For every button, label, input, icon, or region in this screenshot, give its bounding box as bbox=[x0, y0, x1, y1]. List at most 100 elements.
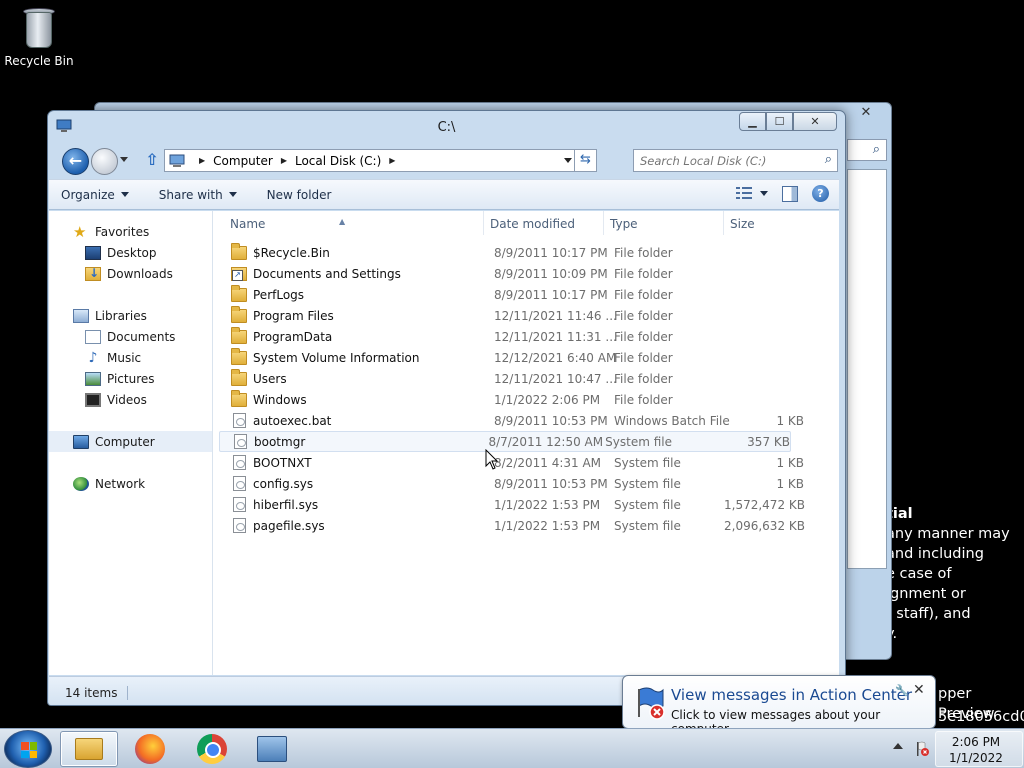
recent-pages-dropdown-icon[interactable] bbox=[120, 157, 128, 162]
file-date-modified: 12/12/2021 6:40 AM bbox=[494, 350, 617, 365]
file-row[interactable]: Program Files 12/11/2021 11:46 ... File fo… bbox=[219, 305, 839, 326]
action-center-tray-icon[interactable] bbox=[916, 741, 930, 757]
column-header-size[interactable]: Size bbox=[724, 211, 804, 235]
title-bar[interactable]: C:\ ▁ ☐ ✕ bbox=[48, 111, 845, 143]
item-count: 14 items bbox=[65, 686, 129, 700]
file-row[interactable]: Windows 1/1/2022 2:06 PM File folder bbox=[219, 389, 839, 410]
breadcrumb-computer[interactable]: Computer bbox=[213, 154, 273, 168]
nav-item-videos[interactable]: Videos bbox=[49, 389, 212, 410]
file-row[interactable]: Users 12/11/2021 10:47 ... File folder bbox=[219, 368, 839, 389]
file-name: pagefile.sys bbox=[253, 518, 325, 533]
close-button[interactable]: ✕ bbox=[793, 112, 837, 131]
address-dropdown-icon[interactable] bbox=[564, 158, 572, 163]
search-input[interactable] bbox=[634, 150, 814, 171]
breadcrumb-separator-icon[interactable]: ▶ bbox=[389, 156, 395, 165]
file-row[interactable]: hiberfil.sys 1/1/2022 1:53 PM System file 1… bbox=[219, 494, 839, 515]
action-center-notification[interactable]: View messages in Action Center Click to … bbox=[622, 675, 936, 742]
close-icon[interactable]: ✕ bbox=[913, 682, 925, 698]
taskbar-firefox[interactable] bbox=[121, 731, 179, 767]
explorer-window[interactable]: C:\ ▁ ☐ ✕ ← ⇧ ▶ Computer ▶ Local Disk (C… bbox=[47, 110, 846, 706]
content-area: ★ Favorites Desktop Downloads Libraries … bbox=[49, 211, 839, 675]
help-icon[interactable]: ? bbox=[812, 185, 829, 202]
music-icon: ♪ bbox=[88, 349, 98, 366]
start-button[interactable] bbox=[4, 730, 52, 768]
recycle-bin-icon bbox=[22, 6, 56, 50]
file-row[interactable]: BOOTNXT 8/2/2011 4:31 AM System file 1 KB bbox=[219, 452, 839, 473]
column-header-date[interactable]: Date modified bbox=[484, 211, 604, 235]
show-hidden-icons-icon[interactable] bbox=[893, 743, 903, 749]
nav-item-label: Pictures bbox=[107, 371, 155, 386]
taskbar-chrome[interactable] bbox=[183, 731, 241, 767]
preview-pane-icon[interactable] bbox=[782, 185, 798, 202]
file-type: File folder bbox=[614, 329, 673, 344]
file-name: autoexec.bat bbox=[253, 413, 332, 428]
background-text-line: and including bbox=[886, 546, 984, 562]
organize-button[interactable]: Organize bbox=[61, 188, 129, 202]
breadcrumb-local-disk[interactable]: Local Disk (C:) bbox=[295, 154, 381, 168]
file-type: Windows Batch File bbox=[614, 413, 730, 428]
file-row[interactable]: System Volume Information 12/12/2021 6:40… bbox=[219, 347, 839, 368]
system-clock[interactable]: 2:06 PM 1/1/2022 bbox=[936, 734, 1016, 766]
refresh-icon[interactable]: ⇆ bbox=[574, 149, 596, 172]
view-options-dropdown-icon[interactable] bbox=[760, 191, 768, 196]
file-size: 1,572,472 KB bbox=[724, 497, 805, 512]
file-type: File folder bbox=[614, 392, 673, 407]
recycle-bin-desktop-icon[interactable]: Recycle Bin bbox=[4, 6, 74, 68]
file-row[interactable]: pagefile.sys 1/1/2022 1:53 PM System file 2… bbox=[219, 515, 839, 536]
breadcrumb-separator-icon[interactable]: ▶ bbox=[281, 156, 287, 165]
taskbar-explorer[interactable] bbox=[60, 731, 118, 767]
close-icon[interactable]: ✕ bbox=[847, 105, 885, 123]
column-header-type[interactable]: Type bbox=[604, 211, 724, 235]
background-search-box[interactable]: ⌕ bbox=[847, 139, 887, 161]
file-row[interactable]: PerfLogs 8/9/2011 10:17 PM File folder bbox=[219, 284, 839, 305]
videos-icon bbox=[85, 392, 101, 407]
new-folder-label: New folder bbox=[266, 187, 332, 202]
file-date-modified: 8/9/2011 10:53 PM bbox=[494, 413, 608, 428]
new-folder-button[interactable]: New folder bbox=[267, 188, 332, 202]
nav-item-libraries[interactable]: Libraries bbox=[49, 305, 212, 326]
column-header-name[interactable]: ▲ Name bbox=[219, 211, 484, 235]
file-type: File folder bbox=[614, 287, 673, 302]
wrench-icon[interactable]: 🔧 bbox=[895, 684, 909, 697]
file-row[interactable]: $Recycle.Bin 8/9/2011 10:17 PM File folder bbox=[219, 242, 839, 263]
nav-item-label: Network bbox=[95, 476, 146, 491]
background-text-line: t staff), and bbox=[886, 606, 971, 622]
share-with-button[interactable]: Share with bbox=[159, 188, 237, 202]
file-icon bbox=[233, 518, 246, 533]
taskbar: 2:06 PM 1/1/2022 bbox=[0, 728, 1024, 768]
maximize-button[interactable]: ☐ bbox=[766, 112, 793, 131]
nav-item-network[interactable]: Network bbox=[49, 473, 212, 494]
nav-item-computer[interactable]: Computer bbox=[49, 431, 212, 452]
up-arrow-icon[interactable]: ⇧ bbox=[144, 152, 160, 170]
nav-item-pictures[interactable]: Pictures bbox=[49, 368, 212, 389]
file-row[interactable]: config.sys 8/9/2011 10:53 PM System file 1 … bbox=[219, 473, 839, 494]
search-icon[interactable]: ⌕ bbox=[825, 152, 832, 167]
folder-icon bbox=[231, 305, 247, 323]
file-name: BOOTNXT bbox=[253, 455, 312, 470]
minimize-button[interactable]: ▁ bbox=[739, 112, 766, 131]
windows-logo-icon bbox=[21, 742, 37, 758]
file-row[interactable]: bootmgr 8/7/2011 12:50 AM System file 357 K… bbox=[219, 431, 791, 452]
downloads-icon bbox=[85, 266, 101, 281]
firefox-icon bbox=[135, 734, 165, 764]
nav-item-downloads[interactable]: Downloads bbox=[49, 263, 212, 284]
taskbar-control-panel[interactable] bbox=[243, 731, 301, 767]
nav-item-favorites[interactable]: ★ Favorites bbox=[49, 221, 212, 242]
file-icon bbox=[233, 476, 246, 491]
forward-button[interactable] bbox=[91, 148, 118, 175]
chevron-down-icon bbox=[228, 192, 237, 197]
notification-title[interactable]: View messages in Action Center bbox=[671, 686, 912, 704]
search-box[interactable]: ⌕ bbox=[633, 149, 838, 172]
nav-item-music[interactable]: ♪ Music bbox=[49, 347, 212, 368]
nav-item-label: Favorites bbox=[95, 224, 150, 239]
change-view-icon[interactable] bbox=[736, 186, 752, 201]
file-row[interactable]: Documents and Settings 8/9/2011 10:09 PM F… bbox=[219, 263, 839, 284]
file-row[interactable]: ProgramData 12/11/2021 11:31 ... File fold… bbox=[219, 326, 839, 347]
breadcrumb-separator-icon[interactable]: ▶ bbox=[199, 156, 205, 165]
nav-item-desktop[interactable]: Desktop bbox=[49, 242, 212, 263]
address-bar[interactable]: ▶ Computer ▶ Local Disk (C:) ▶ ⇆ bbox=[164, 149, 597, 172]
nav-item-label: Desktop bbox=[107, 245, 157, 260]
file-row[interactable]: autoexec.bat 8/9/2011 10:53 PM Windows Bat… bbox=[219, 410, 839, 431]
nav-item-documents[interactable]: Documents bbox=[49, 326, 212, 347]
back-button[interactable]: ← bbox=[62, 148, 89, 175]
